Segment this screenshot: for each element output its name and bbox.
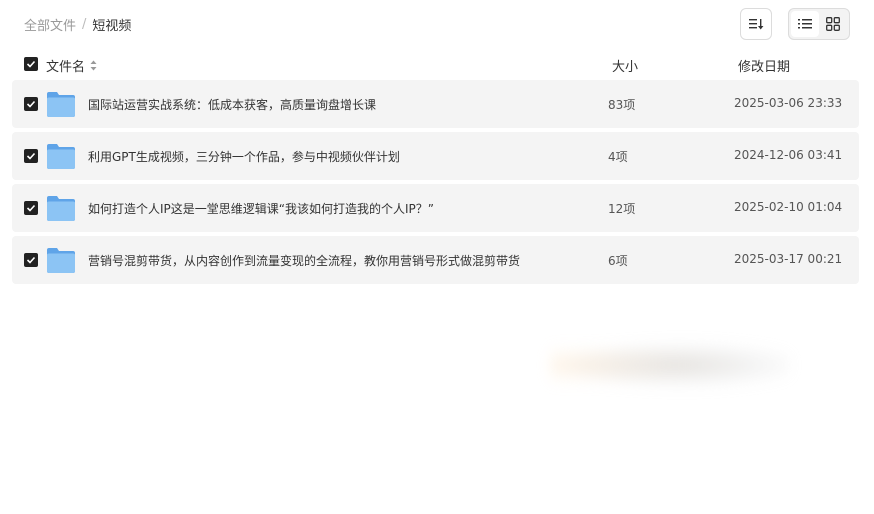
view-toggle xyxy=(788,8,850,40)
file-size: 6项 xyxy=(608,254,628,268)
column-name-label: 文件名 xyxy=(46,60,86,75)
check-icon xyxy=(26,100,36,108)
column-size[interactable]: 大小 xyxy=(612,56,638,75)
row-checkbox[interactable] xyxy=(24,253,38,267)
check-icon xyxy=(26,152,36,160)
header: 全部文件 / 短视频 xyxy=(0,0,874,48)
check-icon xyxy=(26,204,36,212)
folder-icon xyxy=(47,92,75,117)
breadcrumb-root[interactable]: 全部文件 xyxy=(24,15,76,34)
file-row[interactable]: 国际站运营实战系统：低成本获客，高质量询盘增长课 83项 2025-03-06 … xyxy=(12,80,859,128)
list-view-button[interactable] xyxy=(791,11,819,37)
sort-button[interactable] xyxy=(740,8,772,40)
grid-view-button[interactable] xyxy=(819,11,847,37)
grid-view-icon xyxy=(826,17,840,31)
column-date[interactable]: 修改日期 xyxy=(738,56,790,75)
folder-icon xyxy=(47,196,75,221)
file-date: 2024-12-06 03:41 xyxy=(734,148,843,162)
row-checkbox[interactable] xyxy=(24,201,38,215)
column-header: 文件名 大小 修改日期 xyxy=(0,52,874,76)
file-name[interactable]: 利用GPT生成视频，三分钟一个作品，参与中视频伙伴计划 xyxy=(88,148,400,165)
blurred-overlay xyxy=(550,340,790,390)
file-row[interactable]: 利用GPT生成视频，三分钟一个作品，参与中视频伙伴计划 4项 2024-12-0… xyxy=(12,132,859,180)
select-all-checkbox[interactable] xyxy=(24,57,38,71)
file-date: 2025-02-10 01:04 xyxy=(734,200,843,214)
folder-icon xyxy=(47,144,75,169)
file-date: 2025-03-06 23:33 xyxy=(734,96,843,110)
sort-icon xyxy=(749,19,764,30)
breadcrumb-separator: / xyxy=(82,17,87,32)
file-name[interactable]: 如何打造个人IP这是一堂思维逻辑课“我该如何打造我的个人IP？” xyxy=(88,200,434,217)
file-size: 12项 xyxy=(608,202,636,216)
check-icon xyxy=(26,60,36,68)
breadcrumb-current: 短视频 xyxy=(92,19,132,34)
file-date: 2025-03-17 00:21 xyxy=(734,252,843,266)
file-size: 4项 xyxy=(608,150,628,164)
check-icon xyxy=(26,256,36,264)
sort-arrows-icon xyxy=(90,60,97,71)
file-size: 83项 xyxy=(608,98,636,112)
column-name[interactable]: 文件名 xyxy=(46,56,97,75)
file-row[interactable]: 营销号混剪带货，从内容创作到流量变现的全流程，教你用营销号形式做混剪带货 6项 … xyxy=(12,236,859,284)
folder-icon xyxy=(47,248,75,273)
breadcrumb: 全部文件 / 短视频 xyxy=(24,15,131,34)
list-view-icon xyxy=(798,19,812,29)
file-name[interactable]: 营销号混剪带货，从内容创作到流量变现的全流程，教你用营销号形式做混剪带货 xyxy=(88,252,520,269)
row-checkbox[interactable] xyxy=(24,149,38,163)
file-name[interactable]: 国际站运营实战系统：低成本获客，高质量询盘增长课 xyxy=(88,96,376,113)
file-row[interactable]: 如何打造个人IP这是一堂思维逻辑课“我该如何打造我的个人IP？” 12项 202… xyxy=(12,184,859,232)
row-checkbox[interactable] xyxy=(24,97,38,111)
